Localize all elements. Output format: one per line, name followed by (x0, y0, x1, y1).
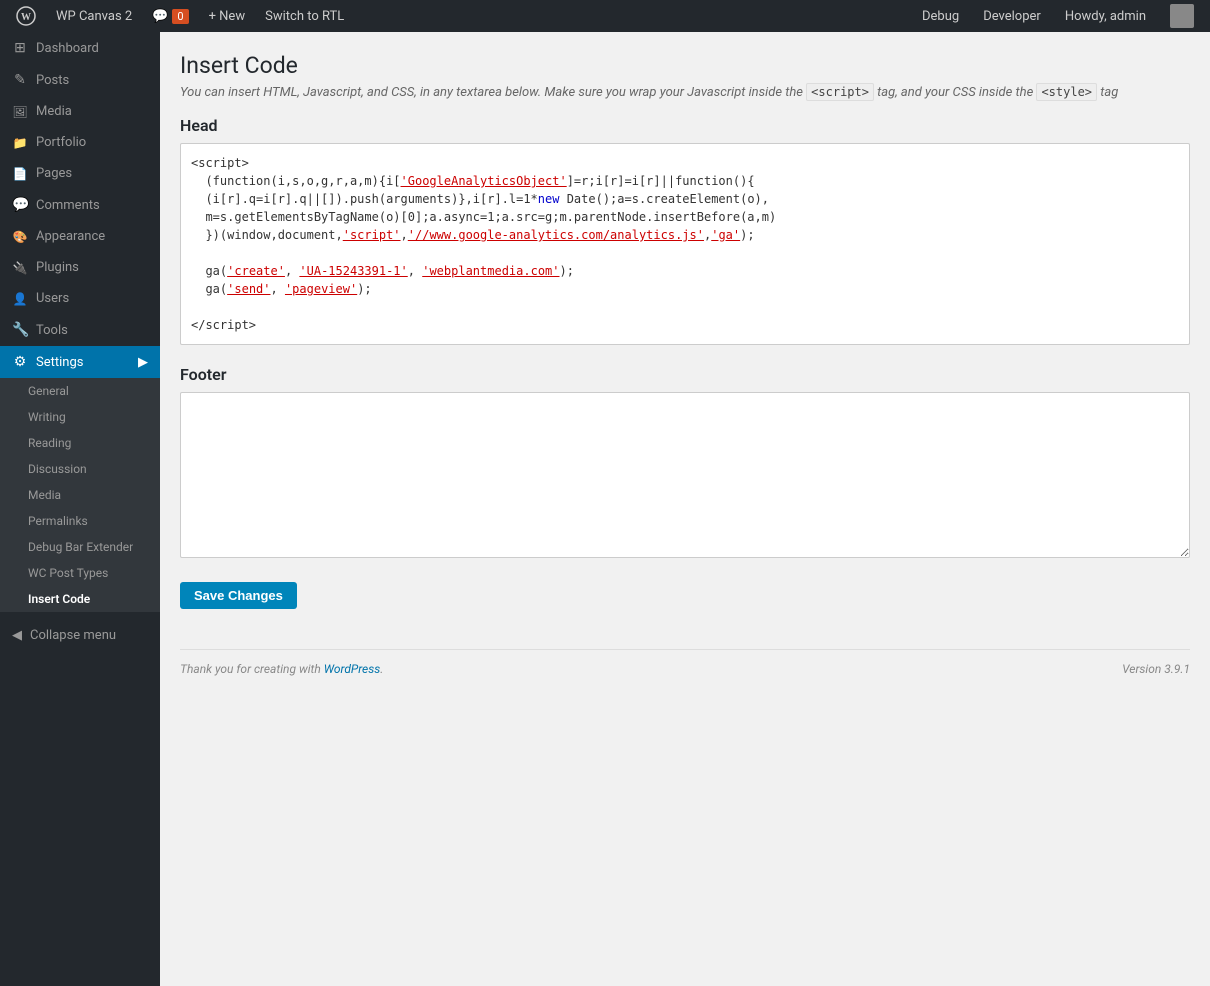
sidebar-label-portfolio: Portfolio (36, 135, 86, 150)
appearance-icon: 🎨 (12, 230, 28, 244)
style-tag-inline: <style> (1036, 83, 1097, 101)
wp-logo-link[interactable]: W (8, 0, 44, 32)
howdy-link[interactable]: Howdy, admin (1057, 0, 1154, 32)
collapse-menu-label: Collapse menu (30, 628, 116, 643)
plugins-icon: 🔌 (12, 261, 28, 275)
collapse-menu-button[interactable]: ◀ Collapse menu (0, 620, 160, 651)
sidebar-item-appearance[interactable]: 🎨 Appearance (0, 221, 160, 252)
sidebar-label-pages: Pages (36, 166, 72, 181)
sidebar-item-dashboard[interactable]: ⊞ Dashboard (0, 32, 160, 64)
users-icon: 👤 (12, 292, 28, 306)
version-label: Version 3.9.1 (1122, 662, 1190, 676)
footer-section-title: Footer (180, 365, 1190, 384)
footer-thank-you: Thank you for creating with WordPress. (180, 662, 383, 676)
site-name-link[interactable]: WP Canvas 2 (48, 0, 140, 32)
sidebar-item-posts[interactable]: ✎ Posts (0, 64, 160, 96)
debug-link[interactable]: Debug (914, 0, 967, 32)
page-footer: Thank you for creating with WordPress. V… (180, 649, 1190, 676)
sidebar-item-pages[interactable]: 📄 Pages (0, 158, 160, 189)
settings-icon: ⚙ (12, 354, 28, 370)
submenu-debug-bar-extender[interactable]: Debug Bar Extender (0, 534, 160, 560)
collapse-arrow-icon: ◀ (12, 628, 22, 643)
sidebar-item-settings[interactable]: ⚙ Settings ▶ (0, 346, 160, 378)
svg-text:W: W (21, 12, 31, 23)
sidebar-item-users[interactable]: 👤 Users (0, 283, 160, 314)
head-code-display: <script> (function(i,s,o,g,r,a,m){i['Goo… (180, 143, 1190, 345)
submenu-discussion[interactable]: Discussion (0, 456, 160, 482)
media-icon: 🖼 (12, 105, 28, 119)
comments-count: 0 (172, 9, 188, 24)
user-avatar[interactable] (1162, 0, 1202, 32)
settings-arrow: ▶ (138, 355, 148, 370)
script-tag-inline: <script> (806, 83, 874, 101)
footer-section: Footer (180, 365, 1190, 562)
portfolio-icon: 📁 (12, 136, 28, 150)
comments-sidebar-icon: 💬 (12, 197, 28, 213)
wordpress-link[interactable]: WordPress (324, 662, 381, 676)
head-section-title: Head (180, 116, 1190, 135)
page-title: Insert Code (180, 52, 1190, 79)
admin-sidebar: ⊞ Dashboard ✎ Posts 🖼 Media 📁 Portfolio … (0, 32, 160, 986)
new-content-link[interactable]: + New (201, 0, 254, 32)
head-section: Head <script> (function(i,s,o,g,r,a,m){i… (180, 116, 1190, 345)
save-changes-button[interactable]: Save Changes (180, 582, 297, 609)
posts-icon: ✎ (12, 72, 28, 88)
submenu-media[interactable]: Media (0, 482, 160, 508)
sidebar-label-appearance: Appearance (36, 229, 105, 244)
sidebar-label-users: Users (36, 291, 69, 306)
comments-link[interactable]: 💬 0 (144, 0, 196, 32)
sidebar-label-posts: Posts (36, 73, 69, 88)
admin-bar: W WP Canvas 2 💬 0 + New Switch to RTL De… (0, 0, 1210, 32)
sidebar-label-media: Media (36, 104, 72, 119)
page-description: You can insert HTML, Javascript, and CSS… (180, 85, 1190, 100)
sidebar-item-portfolio[interactable]: 📁 Portfolio (0, 127, 160, 158)
footer-code-textarea[interactable] (180, 392, 1190, 558)
submenu-reading[interactable]: Reading (0, 430, 160, 456)
tools-icon: 🔧 (12, 322, 28, 338)
submenu-general[interactable]: General (0, 378, 160, 404)
submenu-writing[interactable]: Writing (0, 404, 160, 430)
pages-icon: 📄 (12, 167, 28, 181)
sidebar-item-media[interactable]: 🖼 Media (0, 96, 160, 127)
main-content: Insert Code You can insert HTML, Javascr… (180, 52, 1190, 676)
submenu-wc-post-types[interactable]: WC Post Types (0, 560, 160, 586)
switch-rtl-link[interactable]: Switch to RTL (257, 0, 352, 32)
dashboard-icon: ⊞ (12, 40, 28, 56)
submenu-insert-code[interactable]: Insert Code (0, 586, 160, 612)
comment-icon: 💬 (152, 9, 168, 24)
sidebar-label-plugins: Plugins (36, 260, 79, 275)
sidebar-label-settings: Settings (36, 355, 83, 370)
sidebar-label-comments: Comments (36, 198, 100, 213)
sidebar-item-tools[interactable]: 🔧 Tools (0, 314, 160, 346)
settings-submenu: General Writing Reading Discussion Media… (0, 378, 160, 612)
developer-link[interactable]: Developer (975, 0, 1049, 32)
sidebar-label-tools: Tools (36, 323, 68, 338)
sidebar-label-dashboard: Dashboard (36, 41, 99, 56)
sidebar-item-plugins[interactable]: 🔌 Plugins (0, 252, 160, 283)
submenu-permalinks[interactable]: Permalinks (0, 508, 160, 534)
sidebar-item-comments[interactable]: 💬 Comments (0, 189, 160, 221)
